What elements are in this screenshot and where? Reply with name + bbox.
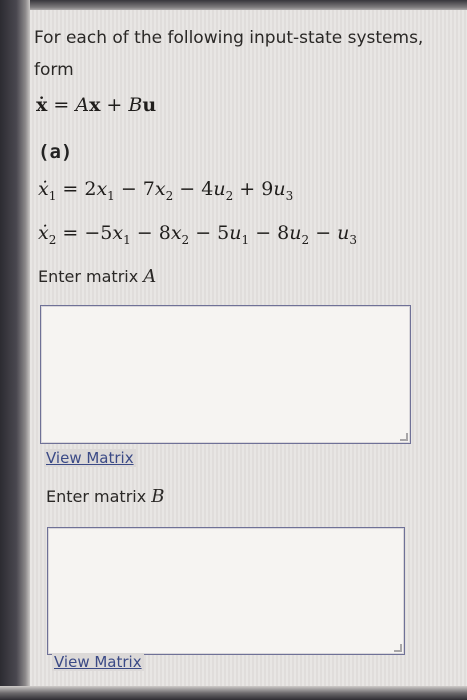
u-vector-symbol: u — [142, 94, 157, 116]
view-matrix-b-link[interactable]: View Matrix — [52, 653, 144, 671]
part-label: (a) — [38, 141, 73, 163]
x-vector-symbol: x — [89, 94, 101, 116]
view-matrix-a-link[interactable]: View Matrix — [44, 449, 136, 467]
matrix-a-symbol: A — [75, 94, 90, 116]
matrix-a-input[interactable] — [40, 305, 411, 444]
matrix-b-label: Enter matrix B — [46, 486, 165, 507]
prompt-line-1: For each of the following input-state sy… — [34, 28, 424, 48]
prompt-line-2: form — [34, 60, 74, 80]
equation-1: ẋ1 = 2x1 − 7x2 − 4u2 + 9u3 — [38, 178, 294, 203]
xdot-symbol: ẋ — [36, 94, 48, 116]
resize-grip-icon[interactable] — [394, 644, 402, 652]
resize-grip-icon[interactable] — [400, 433, 408, 441]
matrix-a-label: Enter matrix A — [38, 266, 157, 287]
question-prompt: For each of the following input-state sy… — [34, 22, 464, 86]
equation-2: ẋ2 = −5x1 − 8x2 − 5u1 − 8u2 − u3 — [38, 222, 358, 247]
matrix-b-symbol: B — [128, 94, 143, 116]
state-equation: ẋ = Ax + Bu — [36, 94, 157, 116]
photo-frame-bottom — [0, 686, 467, 700]
photo-frame-left — [0, 0, 30, 700]
matrix-b-input[interactable] — [47, 527, 405, 655]
